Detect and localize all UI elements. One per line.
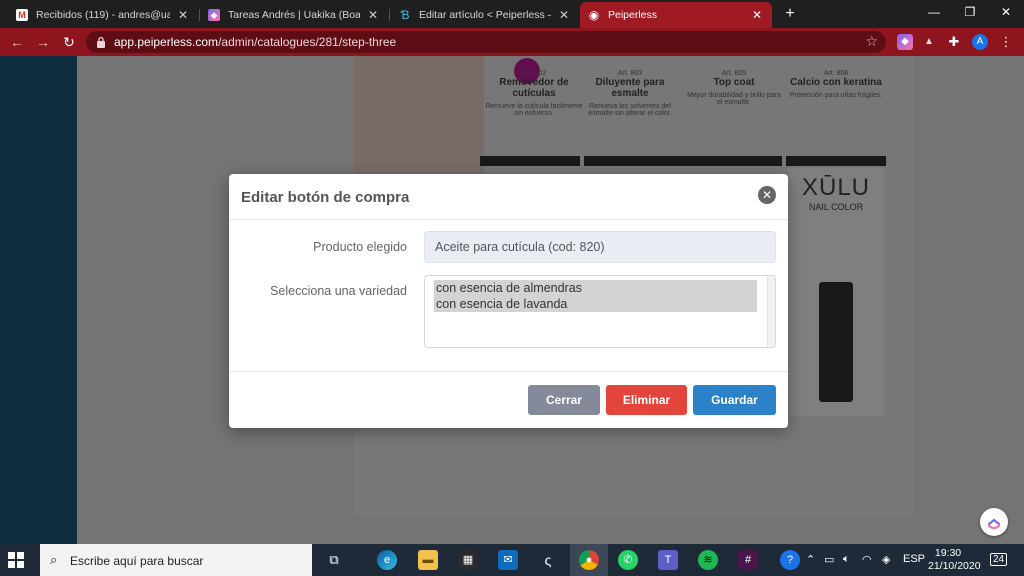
slack-icon[interactable]: # (738, 550, 758, 570)
edit-buy-button-modal: Editar botón de compra ✕ Producto elegid… (229, 174, 788, 428)
product-label: Producto elegido (313, 240, 407, 254)
profile-avatar[interactable]: A (972, 34, 988, 50)
mail-icon[interactable]: ✉ (498, 550, 518, 570)
browser-tab-bar: M Recibidos (119) - andres@uakika ✕ ◆ Ta… (0, 0, 1024, 28)
edge-icon[interactable]: e (377, 550, 397, 570)
back-arrow-icon[interactable]: ← (8, 33, 26, 51)
spotify-icon[interactable]: ≋ (698, 550, 718, 570)
taskbar-clock[interactable]: 19:30 21/10/2020 (928, 547, 981, 573)
product-field: Aceite para cutícula (cod: 820) (424, 231, 776, 263)
notification-center-icon[interactable]: 24 (990, 553, 1012, 567)
close-modal-icon[interactable]: ✕ (758, 186, 776, 204)
task-view-icon[interactable]: ⧉ (324, 550, 344, 570)
wifi-icon[interactable]: ◠ (862, 553, 872, 566)
gmail-icon: M (16, 9, 28, 21)
clickup-logo-icon (987, 518, 1001, 530)
language-indicator[interactable]: ESP (903, 553, 925, 565)
windows-taskbar: ⌕ Escribe aquí para buscar ⧉ e ▬ ▦ ✉ ς ●… (0, 544, 1024, 576)
close-window-icon[interactable]: ✕ (988, 0, 1024, 24)
close-tab-icon[interactable]: ✕ (557, 8, 571, 22)
windows-start-icon[interactable] (8, 552, 24, 568)
help-icon[interactable]: ? (780, 550, 800, 570)
modal-header: Editar botón de compra ✕ (229, 174, 788, 220)
globe-icon: ◉ (588, 8, 600, 22)
wordpress-icon: Ɓ (400, 8, 410, 22)
search-icon: ⌕ (50, 552, 58, 567)
store-icon[interactable]: ▦ (458, 550, 478, 570)
variety-label: Selecciona una variedad (270, 284, 407, 298)
forward-arrow-icon[interactable]: → (34, 33, 52, 51)
clickup-extension-icon[interactable]: ◆ (897, 34, 913, 50)
chrome-icon[interactable]: ● (579, 550, 599, 570)
variety-option[interactable]: con esencia de almendras (434, 280, 757, 296)
modal-footer-divider (229, 371, 788, 372)
clickup-icon: ◆ (208, 9, 220, 21)
drive-extension-icon[interactable]: ▲ (921, 34, 937, 50)
address-bar[interactable]: app.peiperless.com/admin/catalogues/281/… (86, 31, 886, 53)
delete-button[interactable]: Eliminar (606, 385, 687, 415)
modal-title: Editar botón de compra (241, 189, 410, 206)
reload-icon[interactable]: ↻ (60, 33, 78, 51)
tab-wordpress[interactable]: Ɓ Editar artículo < Peiperless — W ✕ (391, 2, 579, 28)
clickup-floating-button[interactable] (980, 508, 1008, 536)
close-tab-icon[interactable]: ✕ (366, 8, 380, 22)
browser-toolbar: ← → ↻ app.peiperless.com/admin/catalogue… (0, 28, 1024, 56)
extensions-puzzle-icon[interactable]: ✚ (946, 34, 962, 50)
minimize-icon[interactable]: — (916, 0, 952, 24)
save-button[interactable]: Guardar (693, 385, 776, 415)
battery-icon[interactable]: ▭ (824, 553, 834, 566)
taskbar-search[interactable]: ⌕ Escribe aquí para buscar (40, 544, 312, 576)
volume-icon[interactable]: 🔈︎ (843, 553, 850, 566)
teams-icon[interactable]: T (658, 550, 678, 570)
tab-gmail[interactable]: M Recibidos (119) - andres@uakika ✕ (8, 2, 198, 28)
variety-select[interactable]: con esencia de almendras con esencia de … (424, 275, 776, 348)
close-tab-icon[interactable]: ✕ (176, 8, 190, 22)
file-explorer-icon[interactable]: ▬ (418, 550, 438, 570)
variety-scrollbar[interactable] (767, 276, 775, 347)
dropbox-icon[interactable]: ◈ (882, 553, 890, 566)
new-tab-button[interactable]: + (780, 4, 800, 24)
variety-option[interactable]: con esencia de lavanda (434, 296, 757, 312)
tab-peiperless[interactable]: ◉ Peiperless ✕ (580, 2, 772, 28)
menu-kebab-icon[interactable]: ⋮ (998, 34, 1014, 50)
restore-icon[interactable]: ❐ (952, 0, 988, 24)
close-tab-icon[interactable]: ✕ (750, 8, 764, 22)
lock-icon (97, 36, 105, 48)
tray-chevron-icon[interactable]: ⌃ (806, 553, 815, 566)
app-s-icon[interactable]: ς (538, 550, 558, 570)
url-text: app.peiperless.com/admin/catalogues/281/… (114, 35, 397, 49)
cancel-button[interactable]: Cerrar (528, 385, 600, 415)
bookmark-star-icon[interactable]: ☆ (865, 33, 878, 50)
whatsapp-icon[interactable]: ✆ (618, 550, 638, 570)
tab-clickup[interactable]: ◆ Tareas Andrés | Uakika (Board) ✕ (200, 2, 388, 28)
